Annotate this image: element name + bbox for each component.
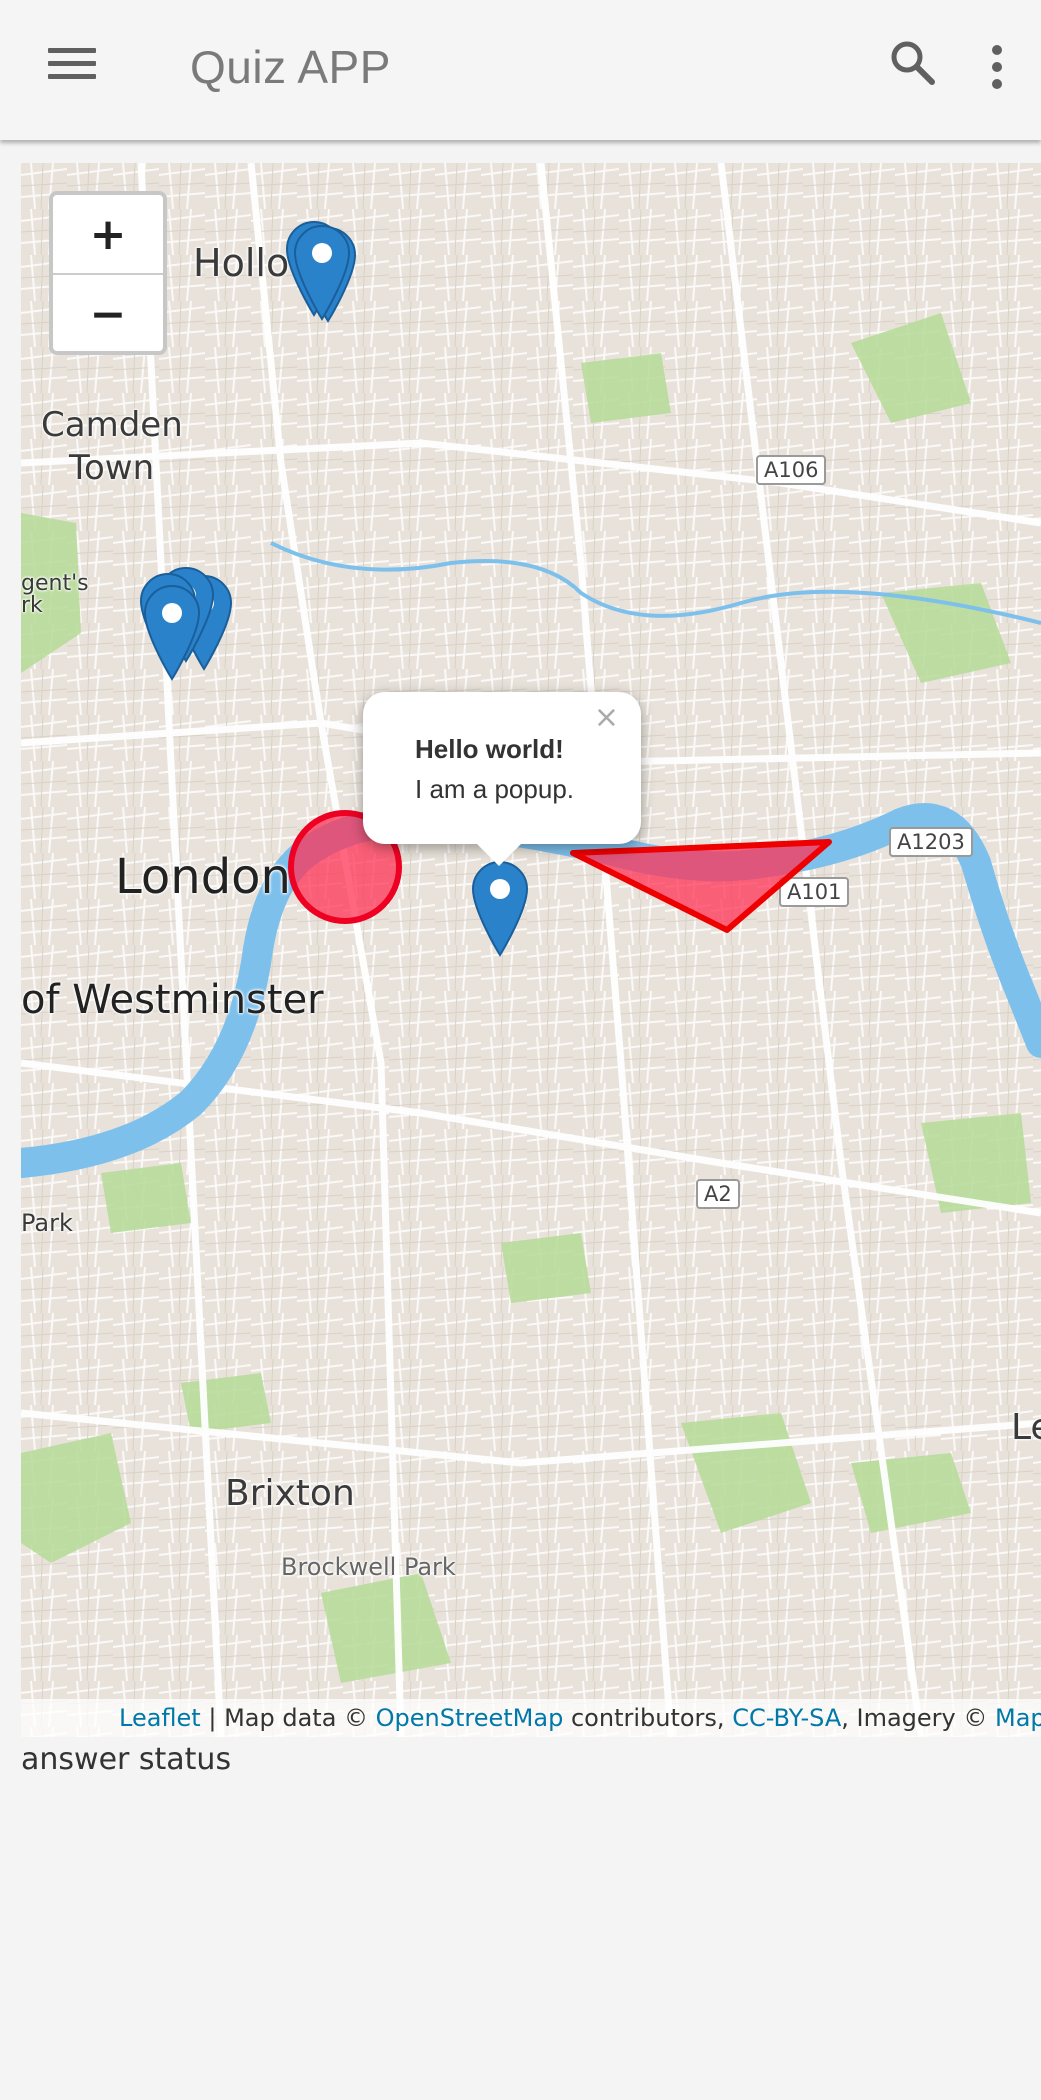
mapbox-link[interactable]: Mapbox — [995, 1704, 1041, 1732]
map-attribution: Leaflet | Map data © OpenStreetMap contr… — [21, 1699, 1041, 1737]
search-icon[interactable] — [888, 38, 938, 88]
map-view[interactable]: Hollo Camden Town gent's rk London of We… — [21, 163, 1041, 1737]
openstreetmap-link[interactable]: OpenStreetMap — [376, 1704, 564, 1732]
app-title: Quiz APP — [190, 41, 391, 93]
map-popup: × Hello world! I am a popup. — [363, 692, 641, 866]
map-overlays — [288, 810, 832, 933]
attribution-text: , Imagery © — [841, 1704, 995, 1732]
answer-status: answer status — [21, 1742, 232, 1777]
popup-title: Hello world! — [415, 734, 564, 764]
app-bar: Quiz APP — [0, 0, 1041, 140]
license-link[interactable]: CC-BY-SA — [732, 1704, 841, 1732]
hamburger-menu-icon[interactable] — [48, 48, 96, 84]
zoom-out-button[interactable]: − — [53, 275, 163, 353]
zoom-control: + − — [49, 191, 167, 355]
map-marker-icon[interactable] — [469, 859, 531, 957]
polygon-overlay[interactable] — [570, 839, 832, 933]
attribution-text: | Map data © — [200, 1704, 376, 1732]
attribution-text: contributors, — [563, 1704, 733, 1732]
zoom-in-button[interactable]: + — [53, 195, 163, 275]
more-vert-icon[interactable] — [982, 40, 1012, 94]
map-marker-icon[interactable] — [141, 583, 203, 681]
map-marker-icon[interactable] — [291, 223, 353, 321]
popup-close-icon[interactable]: × — [594, 700, 619, 735]
leaflet-link[interactable]: Leaflet — [119, 1704, 201, 1732]
popup-body: I am a popup. — [415, 774, 574, 804]
